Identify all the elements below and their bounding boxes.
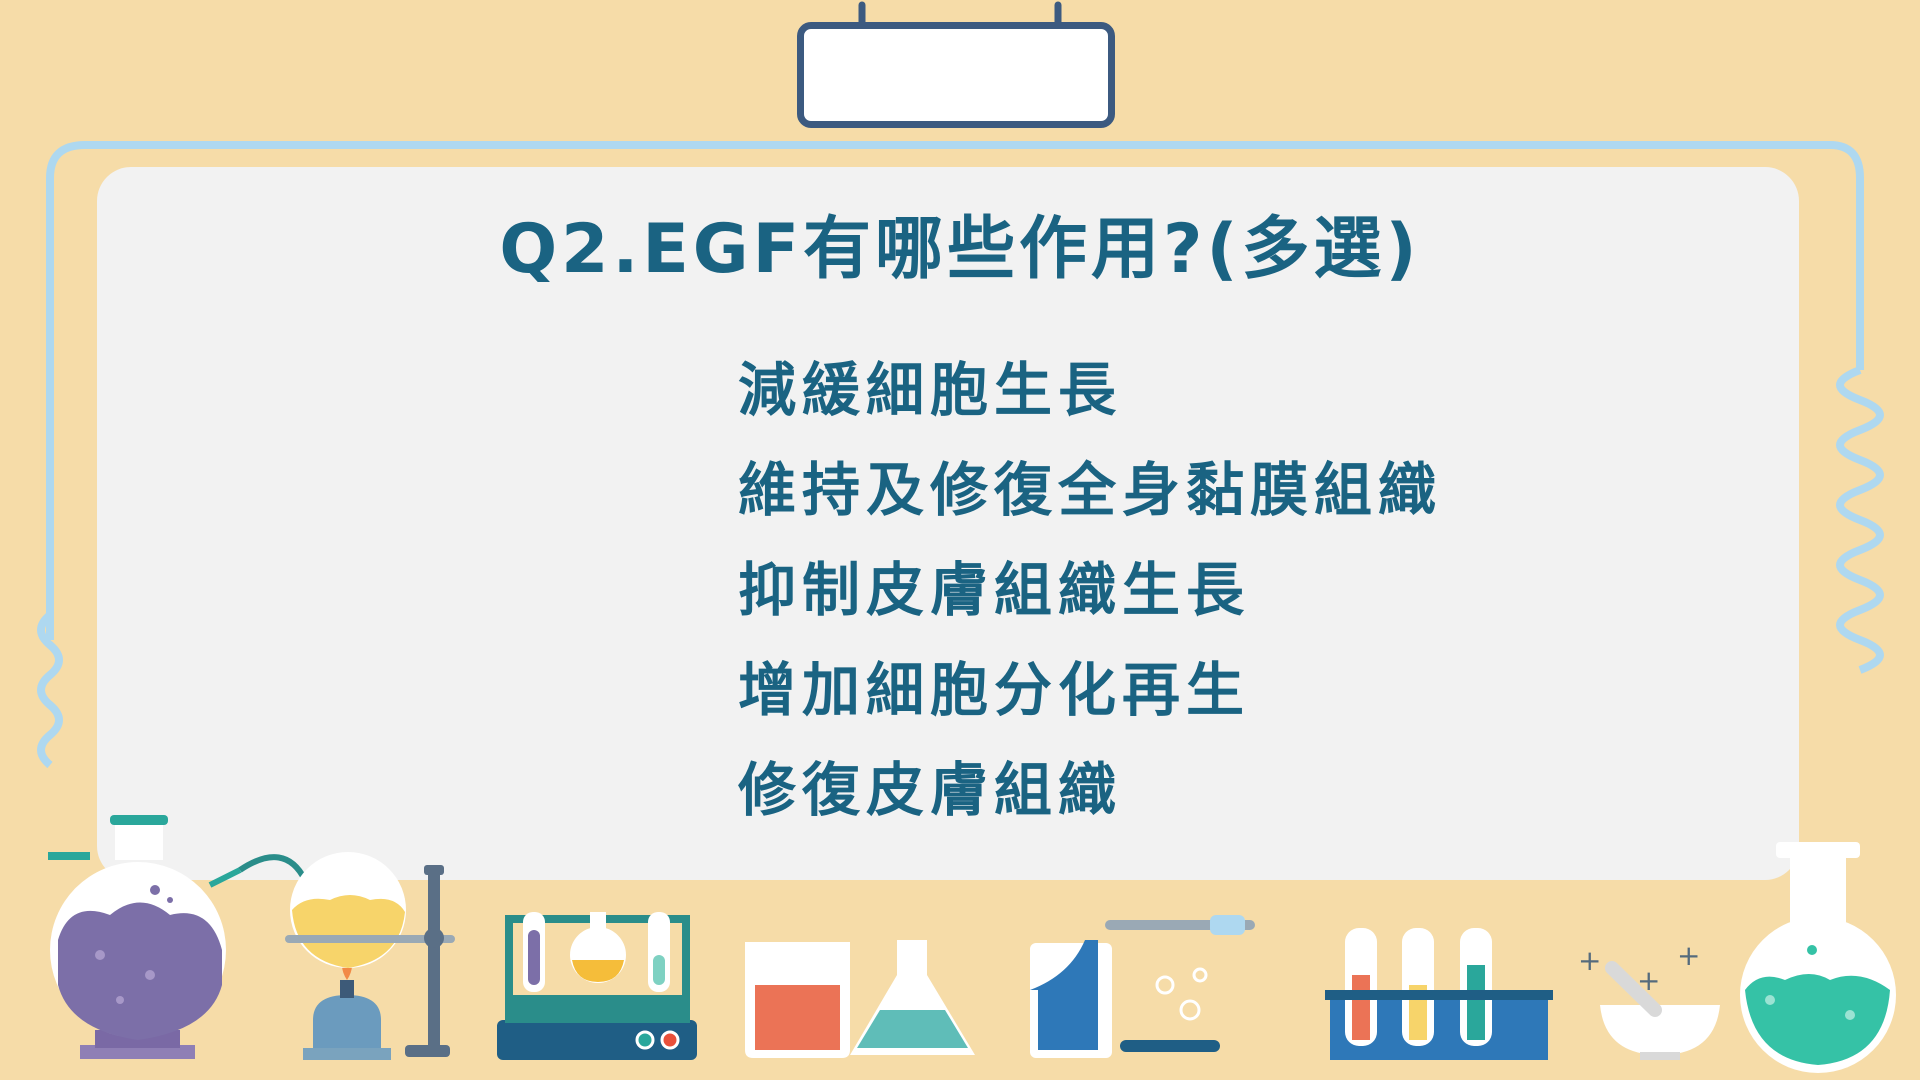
erlenmeyer-flask-icon [850,940,975,1055]
ring-stand-icon [405,865,450,1057]
pipette-beaker-icon [1030,915,1255,1058]
answer-option: 修復皮膚組織 [738,756,1123,824]
svg-text:+: + [1578,944,1601,977]
answer-option: 維持及修復全身黏膜組織 [738,456,1443,524]
round-flask-icon [48,815,308,1059]
svg-text:+: + [1637,964,1660,997]
svg-text:+: + [1677,939,1700,972]
colored-test-tubes-icon [1325,928,1553,1060]
answer-option: 抑制皮膚組織生長 [738,556,1251,624]
mortar-pestle-icon: + + + [1578,939,1720,1060]
test-tube-rack-icon [497,912,697,1060]
volumetric-flask-icon [1740,842,1896,1073]
question-title: Q2.EGF有哪些作用?(多選) [499,210,1421,289]
answer-option: 增加細胞分化再生 [738,656,1251,724]
answer-option: 減緩細胞生長 [738,356,1123,424]
answer-options-list: 減緩細胞生長 維持及修復全身黏膜組織 抑制皮膚組織生長 增加細胞分化再生 修復皮… [738,340,1442,840]
beaker-icon [745,942,850,1058]
